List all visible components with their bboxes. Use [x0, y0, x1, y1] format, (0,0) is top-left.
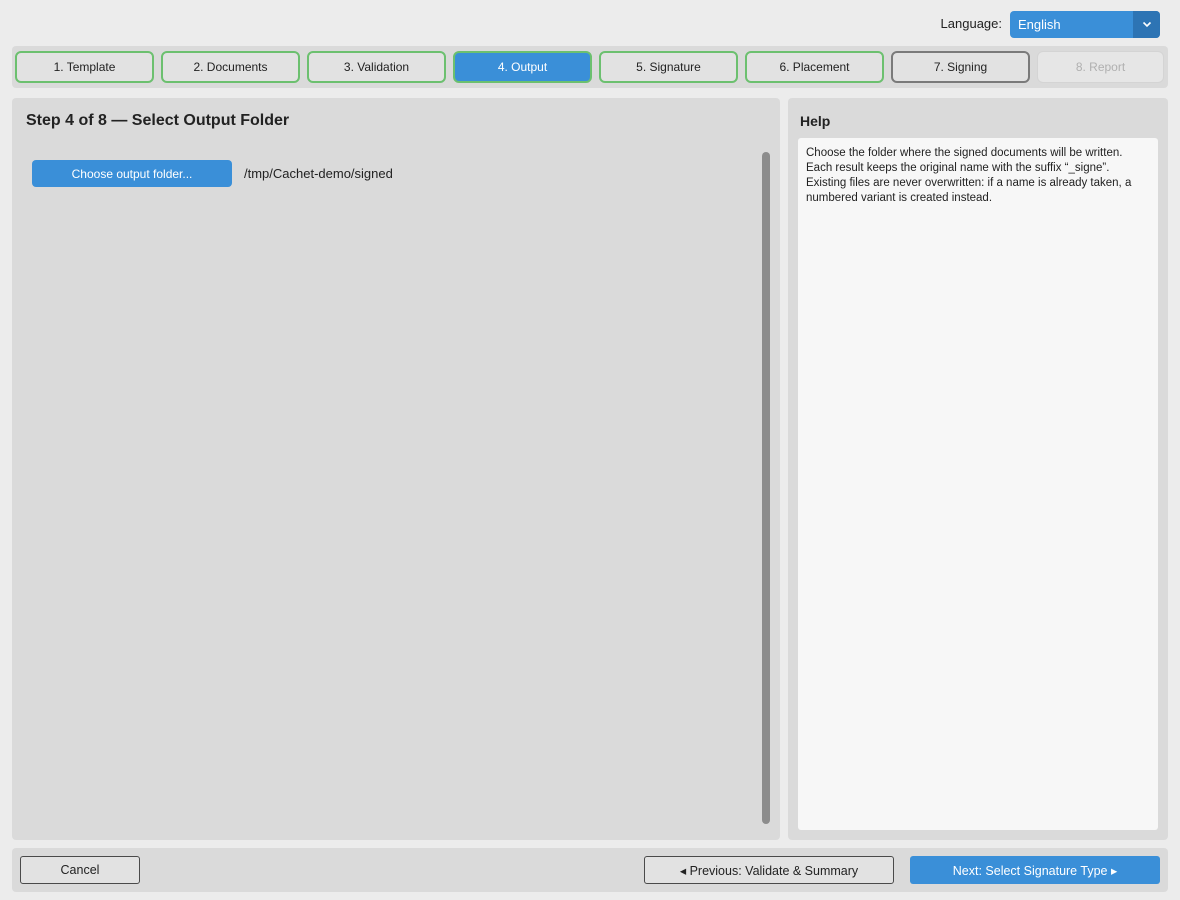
step-validation[interactable]: 3. Validation [307, 51, 446, 83]
language-select[interactable]: English [1010, 11, 1160, 38]
main-panel: Step 4 of 8 — Select Output Folder Choos… [12, 98, 780, 840]
step-placement[interactable]: 6. Placement [745, 51, 884, 83]
footer-bar: Cancel ◂ Previous: Validate & Summary Ne… [12, 848, 1168, 892]
step-signature[interactable]: 5. Signature [599, 51, 738, 83]
next-button[interactable]: Next: Select Signature Type ▸ [910, 856, 1160, 884]
choose-output-folder-button[interactable]: Choose output folder... [32, 160, 232, 187]
language-label: Language: [940, 16, 1002, 31]
step-documents[interactable]: 2. Documents [161, 51, 300, 83]
step-output[interactable]: 4. Output [453, 51, 592, 83]
chevron-down-icon[interactable] [1133, 11, 1160, 38]
help-line: numbered variant is created instead. [806, 192, 993, 204]
help-text-box: Choose the folder where the signed docum… [798, 138, 1158, 830]
step-report: 8. Report [1037, 51, 1164, 83]
help-line: Each result keeps the original name with… [806, 162, 1110, 174]
previous-button[interactable]: ◂ Previous: Validate & Summary [644, 856, 894, 884]
step-signing[interactable]: 7. Signing [891, 51, 1030, 83]
step-template[interactable]: 1. Template [15, 51, 154, 83]
help-line: Choose the folder where the signed docum… [806, 147, 1123, 159]
cancel-button[interactable]: Cancel [20, 856, 140, 884]
help-title: Help [800, 113, 831, 129]
help-line: Existing files are never overwritten: if… [806, 177, 1132, 189]
language-selected-value: English [1018, 17, 1061, 32]
help-panel: Help Choose the folder where the signed … [788, 98, 1168, 840]
output-path: /tmp/Cachet-demo/signed [244, 166, 393, 181]
vertical-scrollbar[interactable] [762, 152, 770, 824]
page-title: Step 4 of 8 — Select Output Folder [26, 112, 290, 129]
top-bar: Language: English [0, 0, 1180, 46]
wizard-steps: 1. Template 2. Documents 3. Validation 4… [12, 46, 1168, 88]
